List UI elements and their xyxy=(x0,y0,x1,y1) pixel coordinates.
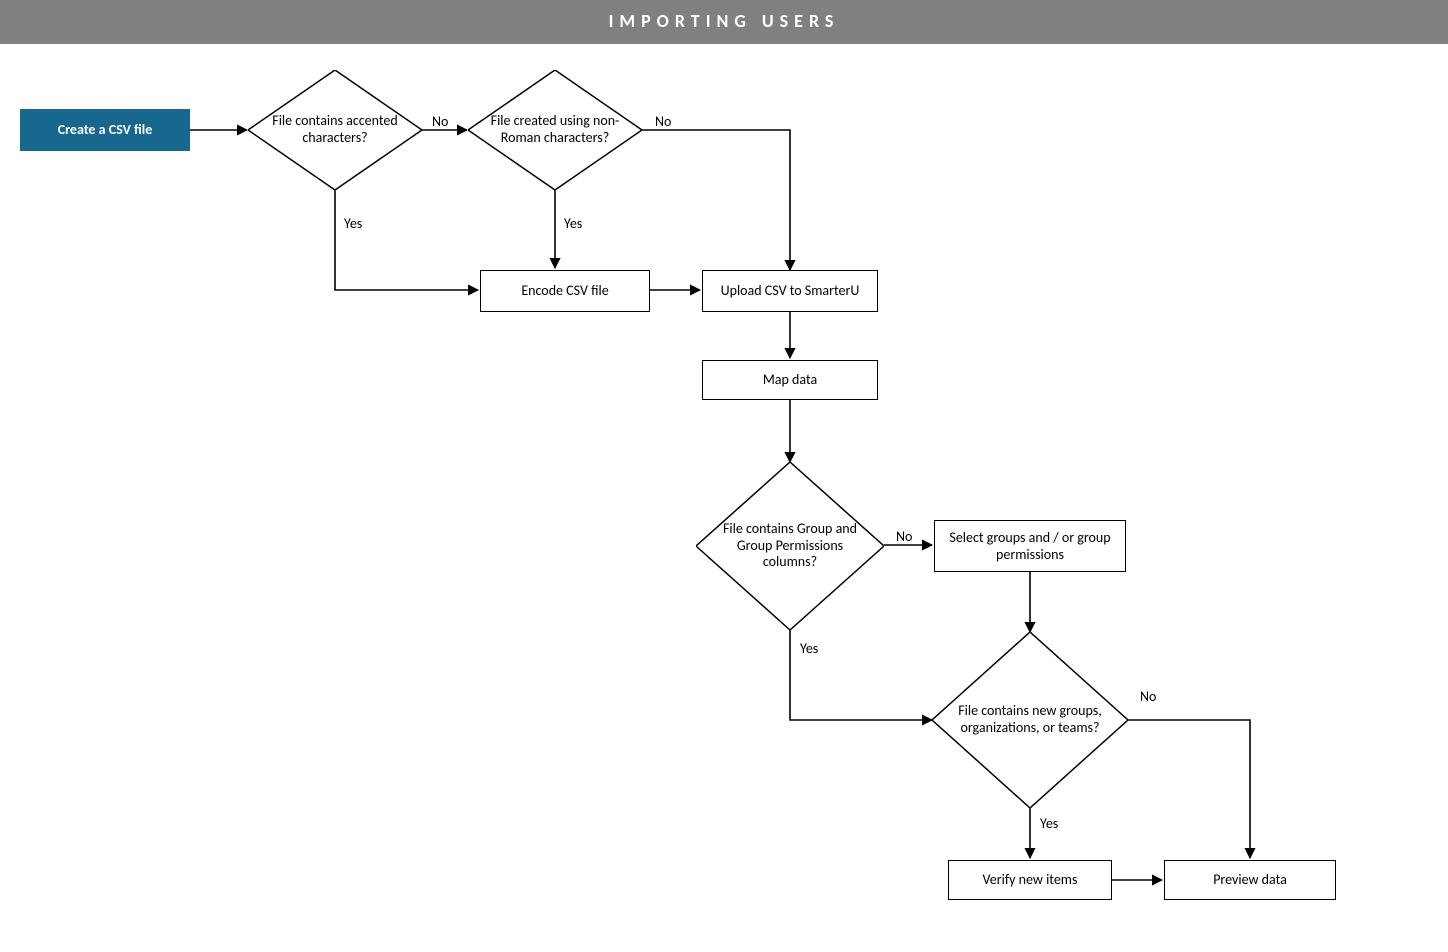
decision-nonroman-characters: File created using non-Roman characters? xyxy=(468,70,642,190)
node-upload-csv: Upload CSV to SmarterU xyxy=(702,270,878,312)
decision-accented-characters: File contains accented characters? xyxy=(248,70,422,190)
edge-label-no: No xyxy=(896,528,912,545)
decision-label: File contains new groups, organizations,… xyxy=(932,632,1128,808)
node-map-data: Map data xyxy=(702,360,878,400)
decision-group-columns: File contains Group and Group Permission… xyxy=(696,462,884,630)
node-select-groups: Select groups and / or group permissions xyxy=(934,520,1126,572)
node-preview-data: Preview data xyxy=(1164,860,1336,900)
decision-label: File contains accented characters? xyxy=(248,70,422,190)
edge-label-yes: Yes xyxy=(564,215,582,232)
page-title: IMPORTING USERS xyxy=(0,0,1448,44)
edge-label-no: No xyxy=(1140,688,1156,705)
edge-label-yes: Yes xyxy=(800,640,818,657)
edge-label-no: No xyxy=(655,113,671,130)
edge-label-no: No xyxy=(432,113,448,130)
node-start-create-csv: Create a CSV file xyxy=(20,109,190,151)
edge-label-yes: Yes xyxy=(344,215,362,232)
decision-label: File created using non-Roman characters? xyxy=(468,70,642,190)
decision-new-groups: File contains new groups, organizations,… xyxy=(932,632,1128,808)
node-encode-csv: Encode CSV file xyxy=(480,270,650,312)
node-verify-items: Verify new items xyxy=(948,860,1112,900)
edge-label-yes: Yes xyxy=(1040,815,1058,832)
decision-label: File contains Group and Group Permission… xyxy=(696,462,884,630)
